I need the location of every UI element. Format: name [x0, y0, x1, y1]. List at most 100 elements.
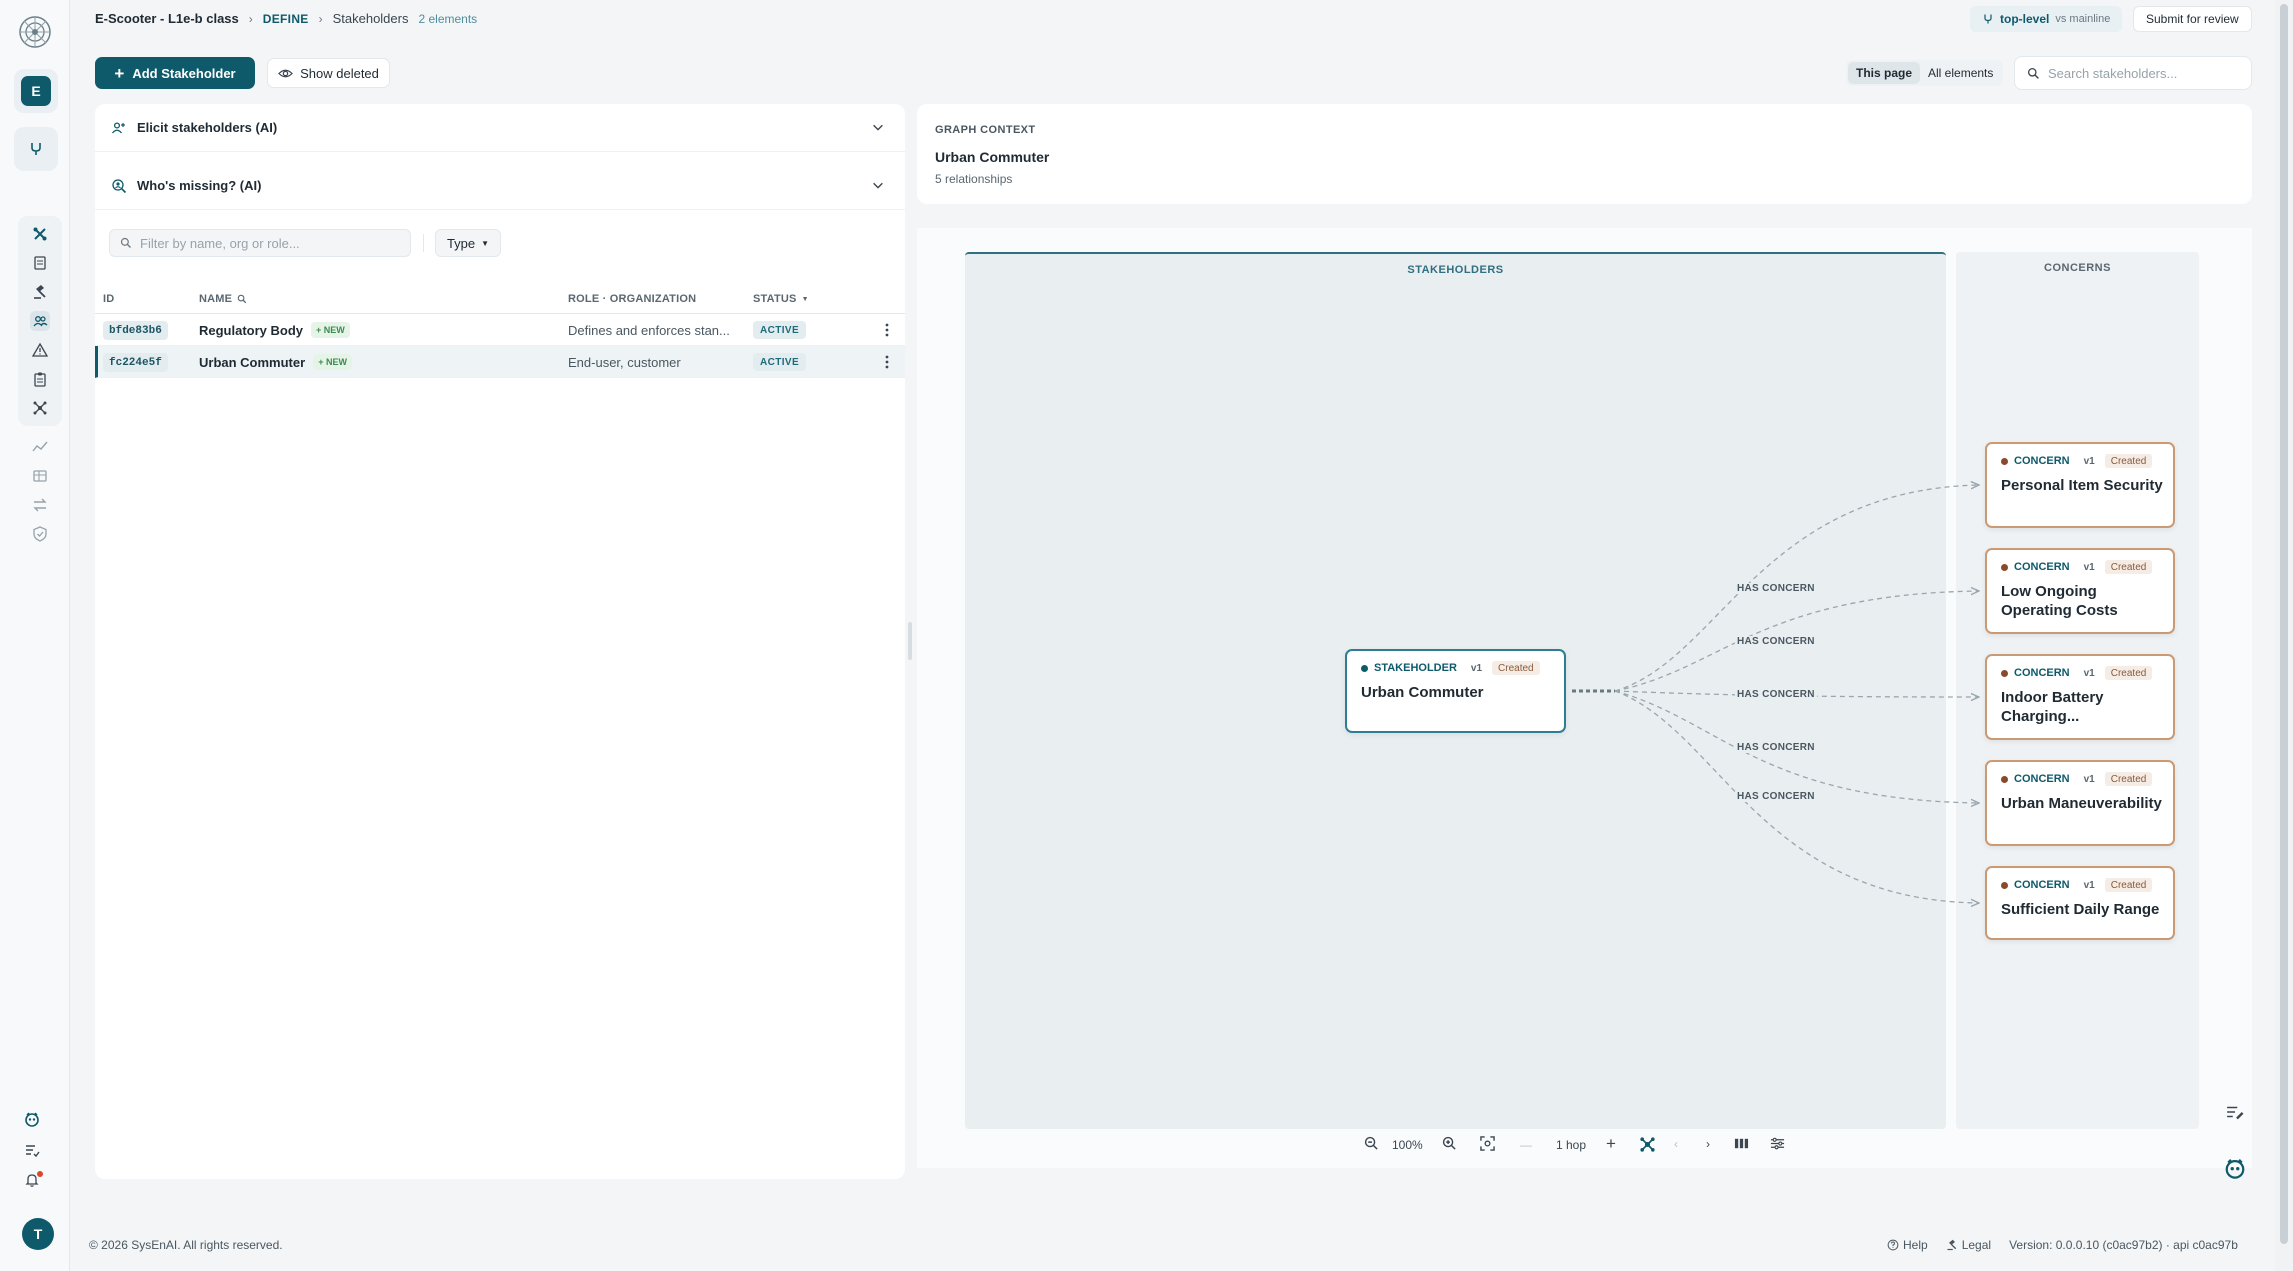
graph-toolbar: 100% — 1 hop + ‹ › [1356, 1130, 1810, 1162]
row-name: Regulatory Body + NEW [199, 322, 350, 338]
help-icon [1887, 1239, 1899, 1251]
missing-accordion[interactable]: Who's missing? (AI) [95, 162, 905, 210]
changes-button[interactable] [22, 1140, 42, 1160]
workspace-switcher[interactable]: E [14, 69, 58, 113]
search-icon[interactable] [237, 294, 247, 304]
branch-button[interactable] [14, 127, 58, 171]
panel-resize-handle[interactable] [908, 622, 912, 660]
top-bar: E-Scooter - L1e-b class › DEFINE › Stake… [71, 0, 2271, 38]
nav-documents[interactable] [30, 253, 50, 273]
nav-regulations[interactable] [30, 282, 50, 302]
hop-increase-button[interactable]: + [1606, 1134, 1616, 1154]
show-deleted-button[interactable]: Show deleted [267, 58, 390, 88]
graph-context-card: GRAPH CONTEXT Urban Commuter 5 relations… [917, 104, 2252, 204]
branch-name: top-level [2000, 12, 2050, 26]
elicit-accordion[interactable]: Elicit stakeholders (AI) [95, 104, 905, 152]
legal-link[interactable]: Legal [1946, 1238, 1991, 1252]
search-icon [2027, 67, 2039, 79]
layout-radial-button[interactable] [1639, 1136, 1656, 1153]
concern-node[interactable]: CONCERN v1 Created Personal Item Securit… [1985, 442, 2175, 528]
next-button[interactable]: › [1706, 1137, 1710, 1151]
nav-stakeholders[interactable] [30, 311, 50, 331]
branch-selector[interactable]: top-level vs mainline [1970, 6, 2123, 32]
type-filter-dropdown[interactable]: Type ▼ [435, 229, 501, 257]
nav-requirements[interactable] [30, 369, 50, 389]
columns-view-button[interactable] [1734, 1136, 1749, 1151]
node-type: CONCERN [2014, 667, 2070, 679]
page-scrollbar[interactable] [2275, 0, 2293, 1271]
sliders-icon [1770, 1137, 1785, 1150]
zoom-in-icon [1442, 1136, 1456, 1150]
nav-graph[interactable] [30, 398, 50, 418]
logo-icon[interactable] [17, 14, 53, 50]
nav-safety[interactable] [30, 524, 50, 544]
node-type-dot [1361, 664, 1368, 672]
notes-button[interactable] [2226, 1103, 2244, 1124]
row-role: End-user, customer [568, 355, 681, 370]
graph-context-label: GRAPH CONTEXT [935, 124, 1036, 136]
people-ai-icon [111, 121, 125, 133]
scrollbar-thumb[interactable] [2280, 4, 2288, 1244]
search-people-icon [112, 178, 127, 193]
new-badge: + NEW [313, 354, 352, 370]
assistant-button[interactable] [22, 1109, 42, 1129]
breadcrumb-section[interactable]: DEFINE [263, 12, 309, 26]
column-role[interactable]: ROLE · ORGANIZATION [568, 293, 696, 305]
shield-icon [33, 526, 47, 542]
branch-icon [1984, 14, 1992, 24]
nav-trace[interactable] [30, 495, 50, 515]
chevron-down-icon [873, 124, 883, 131]
filter-input[interactable] [140, 235, 400, 251]
breadcrumb-project[interactable]: E-Scooter - L1e-b class [95, 11, 239, 26]
scope-this-page[interactable]: This page [1848, 62, 1921, 84]
kebab-menu-icon[interactable] [885, 355, 889, 369]
previous-button[interactable]: ‹ [1674, 1137, 1678, 1151]
stakeholder-node[interactable]: STAKEHOLDER v1 Created Urban Commuter [1345, 649, 1566, 733]
node-title: Personal Item Security [2001, 477, 2163, 494]
assistant-icon [25, 1112, 39, 1127]
node-type-dot [2001, 563, 2008, 571]
nav-tools[interactable] [30, 224, 50, 244]
swap-icon [33, 498, 47, 512]
table-row[interactable]: fc224e5f Urban Commuter + NEW End-user, … [95, 346, 905, 378]
fit-view-button[interactable] [1480, 1136, 1495, 1151]
nav-hazards[interactable] [30, 340, 50, 360]
legal-label: Legal [1961, 1238, 1992, 1252]
node-version: v1 [2083, 879, 2095, 891]
nav-matrix[interactable] [30, 466, 50, 486]
zoom-out-button[interactable] [1364, 1136, 1379, 1151]
add-stakeholder-button[interactable]: + Add Stakeholder [95, 57, 255, 89]
breadcrumb: E-Scooter - L1e-b class › DEFINE › Stake… [95, 11, 477, 26]
search-input[interactable] [2048, 65, 2238, 81]
concern-node[interactable]: CONCERN v1 Created Low Ongoing Operating… [1985, 548, 2175, 634]
user-avatar[interactable]: T [22, 1218, 54, 1250]
submit-review-button[interactable]: Submit for review [2133, 6, 2252, 32]
footer-links: Help Legal Version: 0.0.0.10 (c0ac97b2) … [1887, 1238, 2238, 1252]
kebab-menu-icon[interactable] [885, 323, 889, 337]
assistant-button[interactable] [2224, 1157, 2246, 1182]
add-stakeholder-label: Add Stakeholder [132, 65, 236, 81]
scope-toggle: This page All elements [1846, 60, 2004, 86]
concern-node[interactable]: CONCERN v1 Created Urban Maneuverability [1985, 760, 2175, 846]
node-type-dot [2001, 669, 2008, 677]
column-id[interactable]: ID [103, 293, 114, 305]
nav-analytics[interactable] [30, 437, 50, 457]
branch-icon [31, 143, 41, 155]
concern-node[interactable]: CONCERN v1 Created Sufficient Daily Rang… [1985, 866, 2175, 940]
hop-decrease-button[interactable]: — [1520, 1138, 1532, 1152]
element-count: 2 elements [418, 11, 478, 26]
warning-icon [32, 342, 48, 357]
footer: © 2026 SysEnAI. All rights reserved. Hel… [71, 1222, 2271, 1270]
caret-down-icon: ▼ [801, 295, 809, 303]
node-type-dot [2001, 457, 2008, 465]
column-name[interactable]: NAME [199, 293, 247, 305]
column-status[interactable]: STATUS ▼ [753, 293, 809, 305]
zoom-in-button[interactable] [1442, 1136, 1457, 1151]
filter-settings-button[interactable] [1770, 1136, 1785, 1151]
scope-all-elements[interactable]: All elements [1920, 62, 2001, 84]
help-link[interactable]: Help [1887, 1238, 1928, 1252]
node-version: v1 [1470, 662, 1483, 674]
node-header: CONCERN v1 Created [2001, 666, 2153, 680]
table-row[interactable]: bfde83b6 Regulatory Body + NEW Defines a… [95, 314, 905, 346]
concern-node[interactable]: CONCERN v1 Created Indoor Battery Chargi… [1985, 654, 2175, 740]
